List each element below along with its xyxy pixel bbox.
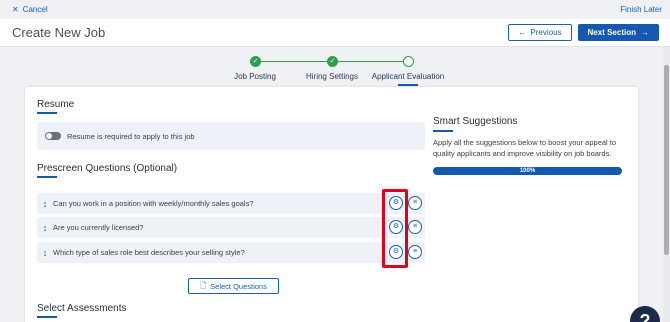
previous-label: Previous [530, 28, 562, 37]
smart-suggestions-description: Apply all the suggestions below to boost… [433, 138, 617, 158]
step-connector [260, 61, 332, 62]
drag-handle-icon[interactable]: ↕ [37, 223, 53, 233]
arrow-right-icon: → [641, 28, 649, 37]
applicant-evaluation-card: Resume Resume is required to apply to th… [25, 87, 638, 322]
question-menu-icon[interactable]: ≡ [408, 245, 422, 259]
select-questions-label: Select Questions [210, 281, 267, 291]
question-row: ↕ Which type of sales role best describe… [37, 242, 425, 263]
step-connector [337, 61, 409, 62]
question-text: Which type of sales role best describes … [53, 248, 245, 257]
step-hiring-settings[interactable]: Hiring Settings [306, 72, 358, 81]
page-title: Create New Job [12, 25, 106, 40]
question-row: ↕ Can you work in a position with weekly… [37, 193, 425, 214]
suggestions-progress-bar: 100% [433, 167, 622, 175]
section-underline [37, 176, 57, 178]
question-text: Are you currently licensed? [53, 223, 144, 232]
scrollbar[interactable] [663, 47, 670, 322]
cancel-link[interactable]: ✕ Cancel [12, 5, 48, 14]
question-menu-icon[interactable]: ≡ [408, 220, 422, 234]
drag-handle-icon[interactable]: ↕ [37, 248, 53, 258]
arrow-left-icon: ← [518, 28, 527, 37]
page-header: Create New Job ← Previous Next Section → [0, 19, 670, 47]
top-bar: ✕ Cancel Finish Later [0, 0, 670, 19]
close-icon: ✕ [12, 5, 19, 14]
step-complete-icon: ✓ [250, 56, 261, 67]
question-menu-icon[interactable]: ≡ [408, 196, 422, 210]
drag-handle-icon[interactable]: ↕ [37, 199, 53, 209]
cancel-label: Cancel [22, 5, 48, 14]
step-job-posting[interactable]: Job Posting [234, 72, 276, 81]
progress-stepper: ✓ ✓ Job Posting Hiring Settings Applican… [225, 55, 450, 86]
smart-suggestions-title: Smart Suggestions [433, 116, 518, 127]
resume-required-label: Resume is required to apply to this job [67, 131, 195, 141]
step-complete-icon: ✓ [327, 56, 338, 67]
resume-required-row: Resume is required to apply to this job [37, 122, 425, 150]
finish-later-link[interactable]: Finish Later [620, 5, 662, 14]
question-row: ↕ Are you currently licensed? ⚙ ≡ [37, 217, 425, 238]
active-step-indicator [398, 84, 418, 86]
prescreen-section-title: Prescreen Questions (Optional) [37, 163, 178, 174]
next-section-button[interactable]: Next Section → [577, 24, 659, 41]
question-text: Can you work in a position with weekly/m… [53, 199, 254, 208]
select-questions-button[interactable]: 🗋 Select Questions [188, 278, 279, 294]
header-actions: ← Previous Next Section → [508, 24, 659, 41]
scrollbar-thumb[interactable] [664, 65, 669, 255]
section-underline [433, 130, 453, 132]
resume-required-toggle[interactable] [45, 132, 61, 140]
document-icon: 🗋 [200, 280, 207, 290]
step-current-icon [403, 56, 414, 67]
step-applicant-evaluation[interactable]: Applicant Evaluation [372, 72, 445, 81]
previous-button[interactable]: ← Previous [508, 24, 572, 41]
progress-label: 100% [519, 168, 536, 174]
resume-section-title: Resume [37, 99, 75, 110]
section-underline [37, 316, 57, 318]
highlight-box [382, 189, 408, 268]
assessments-section-title: Select Assessments [37, 303, 127, 314]
section-underline [37, 112, 57, 114]
next-label: Next Section [587, 28, 636, 37]
